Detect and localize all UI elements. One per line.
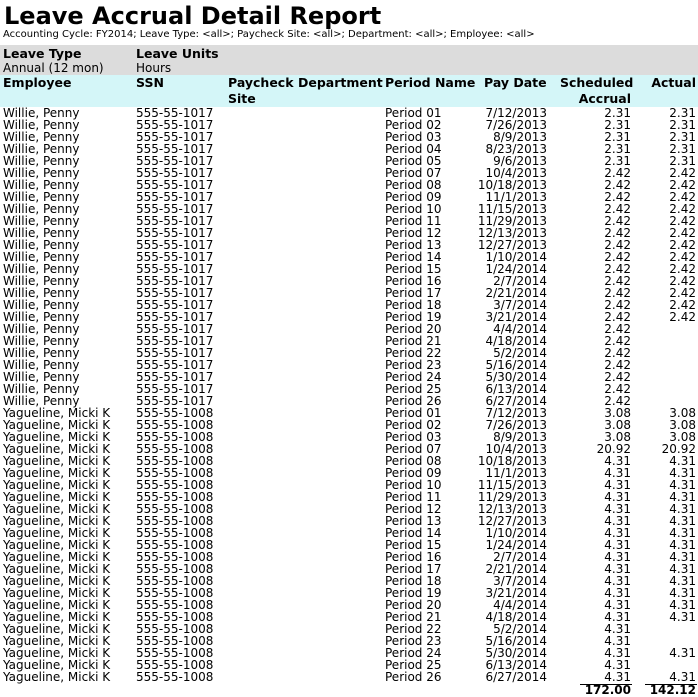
- totals-row: 172.00 142.12: [0, 684, 698, 697]
- leave-units-value: Hours: [136, 61, 172, 75]
- table-row: Willie, Penny 555-55-1017 Period 11 11/29/2…: [0, 215, 698, 227]
- report-title: Leave Accrual Detail Report: [4, 2, 382, 30]
- column-header-actual: Actual: [651, 75, 696, 90]
- leave-type-value: Annual (12 mon): [3, 61, 104, 75]
- report-rows: Willie, Penny 555-55-1017 Period 01 7/12/20…: [0, 107, 698, 683]
- table-row: Willie, Penny 555-55-1017 Period 17 2/21/20…: [0, 287, 698, 299]
- table-row: Willie, Penny 555-55-1017 Period 20 4/4/201…: [0, 323, 698, 335]
- cell-employee: Yagueline, Micki K: [3, 670, 111, 684]
- leave-type-label: Leave Type: [3, 46, 82, 61]
- table-row: Willie, Penny 555-55-1017 Period 24 5/30/20…: [0, 371, 698, 383]
- group-header-band: Leave Type Annual (12 mon) Leave Units H…: [0, 45, 698, 75]
- cell-period-name: Period 26: [385, 670, 442, 684]
- report-parameters: Accounting Cycle: FY2014; Leave Type: <a…: [3, 29, 535, 40]
- column-header-department: Department: [298, 75, 383, 90]
- cell-scheduled-accrual: 4.31: [604, 670, 631, 684]
- total-scheduled-accrual: 172.00: [584, 683, 631, 697]
- table-row: Willie, Penny 555-55-1017 Period 18 3/7/201…: [0, 299, 698, 311]
- table-row: Willie, Penny 555-55-1017 Period 23 5/16/20…: [0, 359, 698, 371]
- table-row: Willie, Penny 555-55-1017 Period 03 8/9/201…: [0, 131, 698, 143]
- column-header-period-name: Period Name: [385, 75, 476, 90]
- total-actual: 142.12: [649, 683, 696, 697]
- table-row: Willie, Penny 555-55-1017 Period 09 11/1/20…: [0, 191, 698, 203]
- table-row: Willie, Penny 555-55-1017 Period 19 3/21/20…: [0, 311, 698, 323]
- table-row: Willie, Penny 555-55-1017 Period 22 5/2/201…: [0, 347, 698, 359]
- table-row: Willie, Penny 555-55-1017 Period 12 12/13/2…: [0, 227, 698, 239]
- table-row: Willie, Penny 555-55-1017 Period 16 2/7/201…: [0, 275, 698, 287]
- column-header-employee: Employee: [3, 75, 72, 90]
- table-row: Willie, Penny 555-55-1017 Period 21 4/18/20…: [0, 335, 698, 347]
- table-row: Willie, Penny 555-55-1017 Period 02 7/26/20…: [0, 119, 698, 131]
- column-header-scheduled-line1: Scheduled: [560, 75, 634, 90]
- cell-pay-date: 6/27/2014: [485, 670, 547, 684]
- leave-units-label: Leave Units: [136, 46, 219, 61]
- table-row: Willie, Penny 555-55-1017 Period 05 9/6/201…: [0, 155, 698, 167]
- column-header-paycheck-site-line2: Site: [228, 91, 256, 106]
- cell-actual: 4.31: [669, 610, 696, 624]
- column-header-scheduled-line2: Accrual: [578, 91, 631, 106]
- column-header-pay-date: Pay Date: [484, 75, 547, 90]
- table-row: Willie, Penny 555-55-1017 Period 07 10/4/20…: [0, 167, 698, 179]
- cell-actual: 4.31: [669, 646, 696, 660]
- column-header-ssn: SSN: [136, 75, 164, 90]
- cell-ssn: 555-55-1008: [136, 670, 214, 684]
- cell-actual: 4.31: [669, 670, 696, 684]
- table-row: Willie, Penny 555-55-1017 Period 08 10/18/2…: [0, 179, 698, 191]
- table-row: Willie, Penny 555-55-1017 Period 10 11/15/2…: [0, 203, 698, 215]
- table-row: Willie, Penny 555-55-1017 Period 01 7/12/20…: [0, 107, 698, 119]
- column-header-band: Employee SSN Paycheck Site Department Pe…: [0, 75, 698, 107]
- table-row: Willie, Penny 555-55-1017 Period 13 12/27/2…: [0, 239, 698, 251]
- table-row: Willie, Penny 555-55-1017 Period 15 1/24/20…: [0, 263, 698, 275]
- table-row: Yagueline, Micki K 555-55-1008 Period 26 6/…: [0, 671, 698, 683]
- table-row: Willie, Penny 555-55-1017 Period 25 6/13/20…: [0, 383, 698, 395]
- table-row: Willie, Penny 555-55-1017 Period 04 8/23/20…: [0, 143, 698, 155]
- cell-actual: 2.42: [669, 310, 696, 324]
- table-row: Willie, Penny 555-55-1017 Period 14 1/10/20…: [0, 251, 698, 263]
- column-header-paycheck-site-line1: Paycheck: [228, 75, 294, 90]
